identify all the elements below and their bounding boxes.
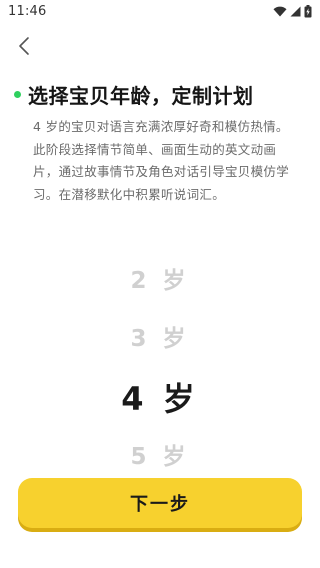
title-row: 选择宝贝年龄，定制计划 [14, 80, 310, 109]
age-option-3[interactable]: 3 岁 [0, 322, 320, 356]
cellular-signal-icon [290, 6, 301, 17]
page-title: 选择宝贝年龄，定制计划 [28, 84, 254, 108]
age-selection-screen: 11:46 选择宝贝年龄，定制计划 4 岁的宝贝对语言充满浓厚好奇和模仿热情。此… [0, 0, 320, 568]
title-bullet-dot [14, 91, 21, 98]
next-step-button[interactable]: 下一步 [18, 478, 302, 528]
battery-charging-icon [304, 4, 312, 18]
age-picker[interactable]: 2 岁 3 岁 4 岁 5 岁 [0, 258, 320, 480]
age-description: 4 岁的宝贝对语言充满浓厚好奇和模仿热情。此阶段选择情节简单、画面生动的英文动画… [33, 119, 290, 202]
status-time: 11:46 [8, 3, 47, 19]
age-option-2[interactable]: 2 岁 [0, 264, 320, 298]
chevron-left-icon [17, 36, 31, 60]
age-option-4-selected[interactable]: 4 岁 [0, 377, 320, 421]
back-button[interactable] [10, 34, 38, 62]
status-bar: 11:46 [0, 0, 320, 22]
status-icons [273, 4, 312, 18]
wifi-icon [273, 6, 287, 17]
age-option-5[interactable]: 5 岁 [0, 440, 320, 474]
